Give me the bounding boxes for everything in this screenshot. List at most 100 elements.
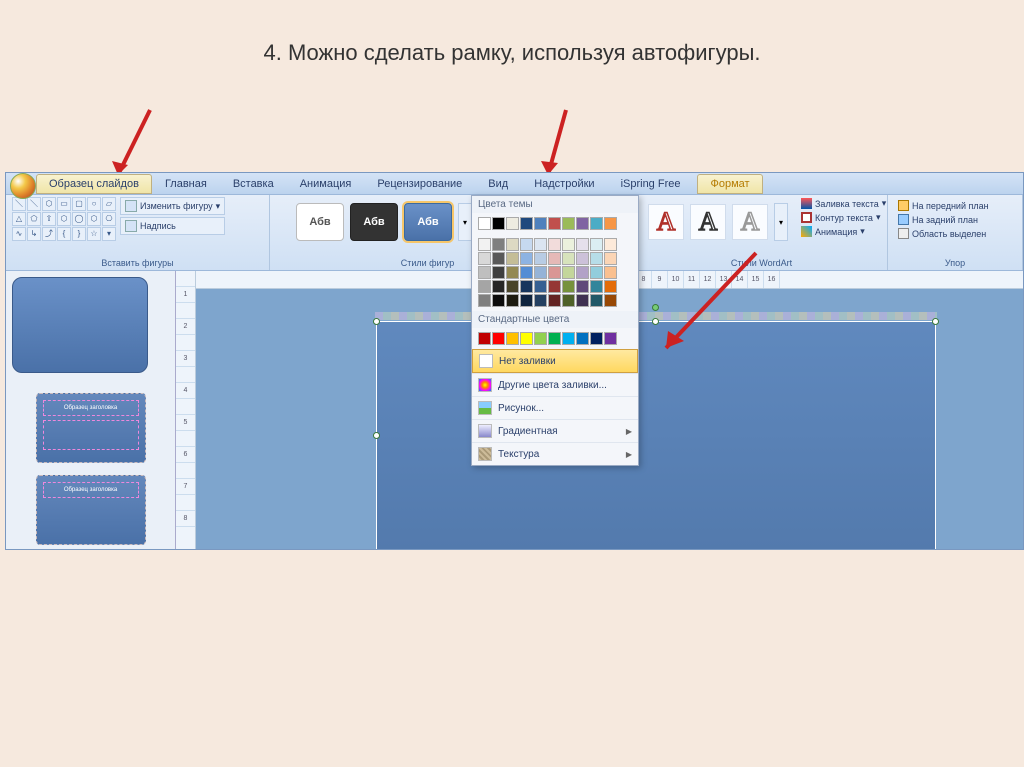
color-swatch[interactable] [478, 252, 491, 265]
tab-animation[interactable]: Анимация [287, 174, 365, 193]
color-swatch[interactable] [520, 332, 533, 345]
text-outline-button[interactable]: Контур текста ▾ [798, 211, 889, 224]
color-swatch[interactable] [492, 217, 505, 230]
color-swatch[interactable] [590, 280, 603, 293]
color-swatch[interactable] [548, 332, 561, 345]
style-thumb-1[interactable]: Абв [296, 203, 344, 241]
color-swatch[interactable] [506, 252, 519, 265]
style-thumb-3[interactable]: Абв [404, 203, 452, 241]
wordart-expand[interactable]: ▾ [774, 203, 788, 241]
theme-shades-grid[interactable] [472, 234, 638, 311]
color-swatch[interactable] [506, 294, 519, 307]
no-fill-item[interactable]: Нет заливки [472, 349, 638, 373]
color-swatch[interactable] [576, 238, 589, 251]
color-swatch[interactable] [576, 280, 589, 293]
color-swatch[interactable] [562, 294, 575, 307]
tab-addins[interactable]: Надстройки [521, 174, 607, 193]
office-button[interactable] [10, 173, 36, 199]
color-swatch[interactable] [506, 266, 519, 279]
color-swatch[interactable] [576, 217, 589, 230]
color-swatch[interactable] [590, 252, 603, 265]
color-swatch[interactable] [548, 252, 561, 265]
color-swatch[interactable] [604, 280, 617, 293]
color-swatch[interactable] [548, 217, 561, 230]
layout-thumb-2[interactable]: Образец заголовка [36, 475, 146, 545]
more-colors-item[interactable]: Другие цвета заливки... [472, 373, 638, 396]
color-swatch[interactable] [534, 294, 547, 307]
color-swatch[interactable] [506, 238, 519, 251]
tab-slide-master[interactable]: Образец слайдов [36, 174, 152, 194]
color-swatch[interactable] [478, 266, 491, 279]
tab-insert[interactable]: Вставка [220, 174, 287, 193]
tab-home[interactable]: Главная [152, 174, 220, 193]
color-swatch[interactable] [590, 217, 603, 230]
gradient-item[interactable]: Градиентная▶ [472, 419, 638, 442]
color-swatch[interactable] [520, 280, 533, 293]
style-thumb-2[interactable]: Абв [350, 203, 398, 241]
color-swatch[interactable] [604, 238, 617, 251]
color-swatch[interactable] [548, 280, 561, 293]
color-swatch[interactable] [478, 280, 491, 293]
color-swatch[interactable] [492, 332, 505, 345]
color-swatch[interactable] [562, 238, 575, 251]
bring-front-button[interactable]: На передний план [896, 199, 1014, 212]
color-swatch[interactable] [562, 217, 575, 230]
textbox-button[interactable]: Надпись [120, 217, 225, 235]
wordart-thumb-2[interactable]: А [690, 204, 726, 240]
picture-item[interactable]: Рисунок... [472, 396, 638, 419]
color-swatch[interactable] [506, 280, 519, 293]
color-swatch[interactable] [478, 238, 491, 251]
wordart-gallery[interactable]: А А А ▾ [642, 197, 794, 247]
color-swatch[interactable] [562, 266, 575, 279]
wordart-thumb-1[interactable]: А [648, 204, 684, 240]
text-anim-button[interactable]: Анимация ▾ [798, 225, 889, 238]
shapes-gallery[interactable]: ＼＼⬡▭▢○▱ △⬠⇧⬡◯⬡⎔ ∿↳⤴{}☆▾ [12, 197, 116, 241]
color-swatch[interactable] [492, 294, 505, 307]
tab-format[interactable]: Формат [697, 174, 762, 194]
color-swatch[interactable] [534, 332, 547, 345]
color-swatch[interactable] [534, 217, 547, 230]
texture-item[interactable]: Текстура▶ [472, 442, 638, 465]
color-swatch[interactable] [604, 266, 617, 279]
color-swatch[interactable] [548, 266, 561, 279]
color-swatch[interactable] [604, 252, 617, 265]
color-swatch[interactable] [604, 217, 617, 230]
color-swatch[interactable] [520, 217, 533, 230]
color-swatch[interactable] [576, 294, 589, 307]
tab-ispring[interactable]: iSpring Free [608, 174, 694, 193]
color-swatch[interactable] [520, 266, 533, 279]
standard-color-row[interactable] [472, 328, 638, 349]
color-swatch[interactable] [534, 252, 547, 265]
color-swatch[interactable] [478, 217, 491, 230]
layout-thumb-1[interactable]: Образец заголовка [36, 393, 146, 463]
color-swatch[interactable] [534, 238, 547, 251]
color-swatch[interactable] [492, 266, 505, 279]
wordart-thumb-3[interactable]: А [732, 204, 768, 240]
color-swatch[interactable] [548, 294, 561, 307]
color-swatch[interactable] [604, 332, 617, 345]
color-swatch[interactable] [534, 280, 547, 293]
theme-color-row[interactable] [472, 213, 638, 234]
slide-panel[interactable]: Образец заголовка Образец заголовка [6, 271, 176, 549]
color-swatch[interactable] [478, 294, 491, 307]
slide-thumb-1[interactable] [12, 277, 148, 373]
color-swatch[interactable] [576, 332, 589, 345]
color-swatch[interactable] [590, 294, 603, 307]
selection-pane-button[interactable]: Область выделен [896, 227, 1014, 240]
color-swatch[interactable] [562, 332, 575, 345]
color-swatch[interactable] [576, 252, 589, 265]
tab-review[interactable]: Рецензирование [364, 174, 475, 193]
color-swatch[interactable] [520, 238, 533, 251]
color-swatch[interactable] [492, 280, 505, 293]
color-swatch[interactable] [548, 238, 561, 251]
color-swatch[interactable] [590, 238, 603, 251]
color-swatch[interactable] [562, 280, 575, 293]
color-swatch[interactable] [590, 332, 603, 345]
color-swatch[interactable] [520, 252, 533, 265]
color-swatch[interactable] [534, 266, 547, 279]
color-swatch[interactable] [576, 266, 589, 279]
color-swatch[interactable] [604, 294, 617, 307]
color-swatch[interactable] [506, 217, 519, 230]
gallery-expand[interactable]: ▾ [458, 203, 472, 241]
color-swatch[interactable] [478, 332, 491, 345]
